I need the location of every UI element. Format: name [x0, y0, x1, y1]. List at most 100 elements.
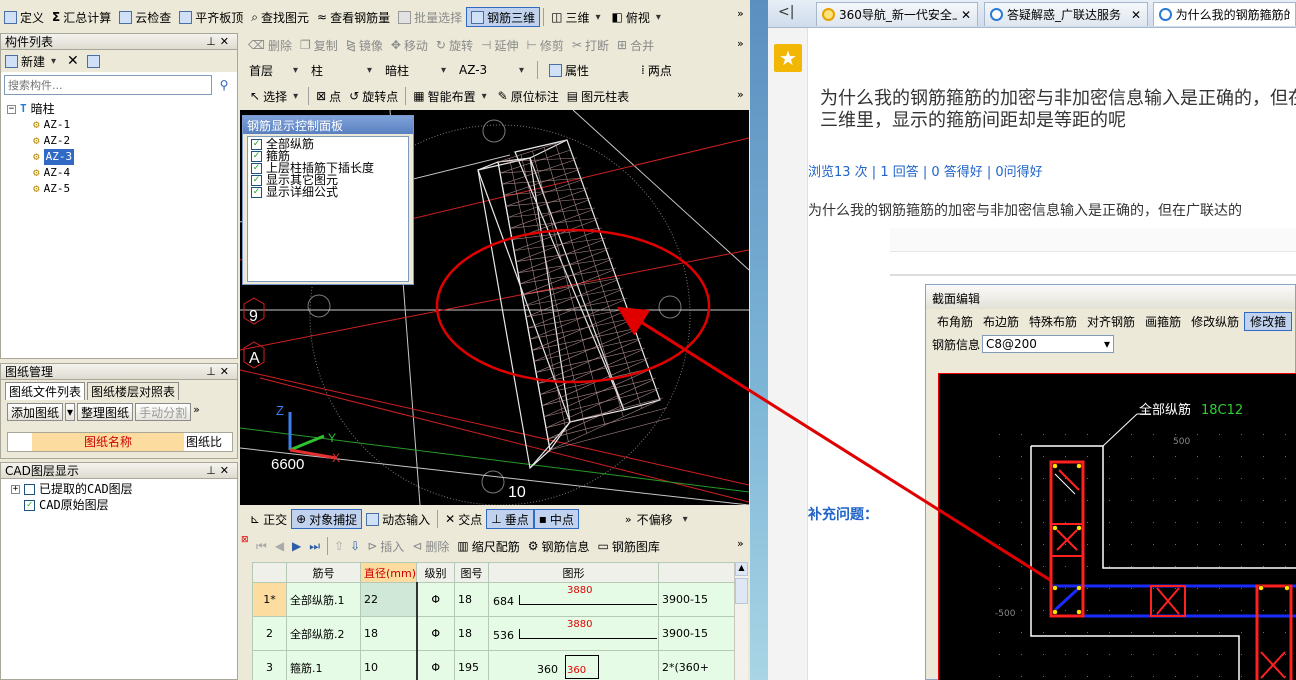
- checkbox[interactable]: ✓: [251, 186, 262, 198]
- mirror-button[interactable]: ⧎ 镜像: [342, 35, 387, 55]
- table-cell-name[interactable]: 箍筋.1: [286, 650, 361, 680]
- tree-root[interactable]: − T 暗柱: [7, 101, 231, 117]
- section-tool-button[interactable]: 修改箍: [1244, 311, 1293, 331]
- close-tab-icon[interactable]: ✕: [961, 8, 971, 22]
- browser-tab-360[interactable]: 360导航_新一代安全上 ✕: [816, 2, 978, 26]
- section-tool-button[interactable]: 修改纵筋: [1186, 313, 1244, 330]
- column-header[interactable]: 级别: [416, 562, 455, 583]
- view-3d-dropdown[interactable]: ◫ 三维 ▾: [547, 7, 607, 27]
- ortho-button[interactable]: ⊾ 正交: [246, 509, 291, 529]
- dynamic-input-button[interactable]: 动态输入: [362, 509, 434, 529]
- search-icon[interactable]: ⚲: [214, 75, 234, 95]
- table-cell-formula[interactable]: 3900-15: [658, 616, 734, 651]
- table-row[interactable]: 2 全部纵筋.2 18 Φ 18 536 3880 3900-15: [252, 616, 734, 651]
- define-button[interactable]: 定义: [0, 7, 48, 27]
- section-tool-button[interactable]: 画箍筋: [1140, 313, 1186, 330]
- section-tool-button[interactable]: 对齐钢筋: [1082, 313, 1140, 330]
- delete-row-button[interactable]: ⊲ 删除: [408, 536, 453, 556]
- component-search-input[interactable]: [4, 75, 212, 95]
- type-select[interactable]: 柱 ▾: [308, 61, 378, 79]
- two-point-button[interactable]: ⁞ 两点: [637, 60, 676, 80]
- last-record-icon[interactable]: ⏭: [305, 539, 324, 554]
- align-slab-top-button[interactable]: 平齐板顶: [175, 7, 247, 27]
- tab-drawing-files[interactable]: 图纸文件列表: [5, 382, 86, 400]
- browser-tab-question[interactable]: 为什么我的钢筋箍筋的: [1153, 2, 1296, 26]
- table-cell-formula[interactable]: 3900-15: [658, 582, 734, 617]
- table-cell-no[interactable]: 1*: [252, 582, 287, 617]
- scale-rebar-button[interactable]: ▥ 缩尺配筋: [453, 536, 523, 556]
- rebar-library-button[interactable]: ▭ 钢筋图库: [594, 536, 664, 556]
- table-row[interactable]: 3 箍筋.1 10 Φ 195 360 360 2*(360+: [252, 650, 734, 680]
- move-down-icon[interactable]: ⇩: [347, 539, 363, 553]
- trim-button[interactable]: ⊢ 修剪: [522, 35, 567, 55]
- overflow-icon[interactable]: »: [737, 88, 744, 101]
- point-button[interactable]: ⊠ 点: [312, 86, 345, 106]
- checkbox-original-layer[interactable]: ✓: [24, 499, 35, 511]
- rotate-button[interactable]: ↻ 旋转: [432, 35, 477, 55]
- scroll-thumb[interactable]: [735, 578, 748, 604]
- collapse-icon[interactable]: −: [7, 104, 16, 114]
- rebar-info-button[interactable]: ⚙ 钢筋信息: [524, 536, 594, 556]
- new-component-button[interactable]: 新建 ▾: [5, 51, 59, 71]
- offset-select[interactable]: 不偏移 ▾: [634, 510, 694, 528]
- scroll-up-icon[interactable]: ▲: [735, 562, 748, 576]
- section-tool-button[interactable]: 特殊布筋: [1024, 313, 1082, 330]
- cloud-check-button[interactable]: 云检查: [115, 7, 175, 27]
- rotate-point-button[interactable]: ↺ 旋转点: [345, 86, 402, 106]
- subtype-select[interactable]: 暗柱 ▾: [382, 61, 452, 79]
- prev-record-icon[interactable]: ◀: [271, 539, 288, 553]
- delete-icon[interactable]: ✕: [67, 53, 79, 69]
- add-drawing-button[interactable]: 添加图纸: [7, 403, 64, 421]
- component-item-az-4[interactable]: ⚙ AZ-4: [7, 165, 231, 181]
- expand-icon[interactable]: +: [11, 484, 20, 494]
- tab-drawing-floor-map[interactable]: 图纸楼层对照表: [87, 382, 180, 400]
- column-header[interactable]: 筋号: [286, 562, 361, 583]
- overflow-icon[interactable]: »: [737, 537, 744, 550]
- panel-close-icon[interactable]: ⊠: [241, 535, 249, 545]
- panel-pin-close-icon[interactable]: ⊥✕: [206, 464, 233, 477]
- table-cell-dia[interactable]: 10: [360, 650, 418, 680]
- in-place-label-button[interactable]: ✎ 原位标注: [494, 86, 563, 106]
- insert-button[interactable]: ⊳ 插入: [363, 536, 408, 556]
- checkbox[interactable]: ✓: [251, 150, 262, 162]
- table-cell-grade[interactable]: Φ: [416, 616, 455, 651]
- table-cell-formula[interactable]: 2*(360+: [658, 650, 734, 680]
- delete-button[interactable]: ⌫ 删除: [244, 35, 296, 55]
- favorites-star-icon[interactable]: ★: [774, 44, 802, 72]
- toolbar-overflow-icon[interactable]: »: [737, 7, 744, 20]
- move-up-icon[interactable]: ⇧: [331, 539, 347, 553]
- extend-button[interactable]: ⊣ 延伸: [477, 35, 522, 55]
- table-cell-grade[interactable]: Φ: [416, 582, 455, 617]
- rebar-shape-cell[interactable]: 360 360: [488, 650, 659, 680]
- element-select[interactable]: AZ-3 ▾: [456, 61, 530, 79]
- add-drawing-dropdown[interactable]: ▾: [65, 403, 76, 421]
- floor-select[interactable]: 首层 ▾: [246, 61, 304, 79]
- table-cell-fig[interactable]: 18: [454, 582, 489, 617]
- table-cell-dia[interactable]: 22: [360, 582, 418, 617]
- section-tool-button[interactable]: 布角筋: [932, 313, 978, 330]
- rebar-shape-cell[interactable]: 536 3880: [488, 616, 659, 651]
- break-button[interactable]: ✂ 打断: [568, 35, 613, 55]
- column-header[interactable]: 直径(mm): [360, 562, 417, 583]
- copy-icon[interactable]: [86, 54, 100, 68]
- rebar-info-select[interactable]: C8@200 ▾: [982, 335, 1115, 353]
- tab-scroll-left-icon[interactable]: <|: [778, 4, 794, 20]
- component-item-az-2[interactable]: ⚙ AZ-2: [7, 133, 231, 149]
- perpendicular-snap-button[interactable]: ⊥ 垂点: [486, 509, 534, 529]
- table-row[interactable]: 1* 全部纵筋.1 22 Φ 18 684 3880 3900-15: [252, 582, 734, 617]
- drawing-name-header[interactable]: 图纸名称: [32, 433, 184, 451]
- rebar-table-scrollbar[interactable]: ▲: [734, 562, 748, 680]
- checkbox[interactable]: ✓: [251, 138, 262, 150]
- move-button[interactable]: ✥ 移动: [387, 35, 432, 55]
- rebar-option[interactable]: ✓ 显示详细公式: [251, 186, 405, 198]
- view-rebar-qty-button[interactable]: ≈ 查看钢筋量: [313, 7, 394, 27]
- top-view-dropdown[interactable]: ◧ 俯视 ▾: [608, 7, 668, 27]
- organize-drawing-button[interactable]: 整理图纸: [77, 403, 134, 421]
- cad-layer-extracted[interactable]: + 已提取的CAD图层: [11, 481, 227, 497]
- table-cell-fig[interactable]: 195: [454, 650, 489, 680]
- intersection-snap-button[interactable]: ✕ 交点: [441, 509, 486, 529]
- rebar-3d-button[interactable]: 钢筋三维: [466, 7, 541, 27]
- browser-tab-glodon[interactable]: 答疑解惑_广联达服务 ✕: [984, 2, 1148, 26]
- viewport-3d[interactable]: 9 A 10 6600 Z Y X 钢筋显示控制面板 ✓ 全部纵筋 ✓ 箍筋 ✓ 上层柱插…: [240, 110, 749, 505]
- table-cell-name[interactable]: 全部纵筋.2: [286, 616, 361, 651]
